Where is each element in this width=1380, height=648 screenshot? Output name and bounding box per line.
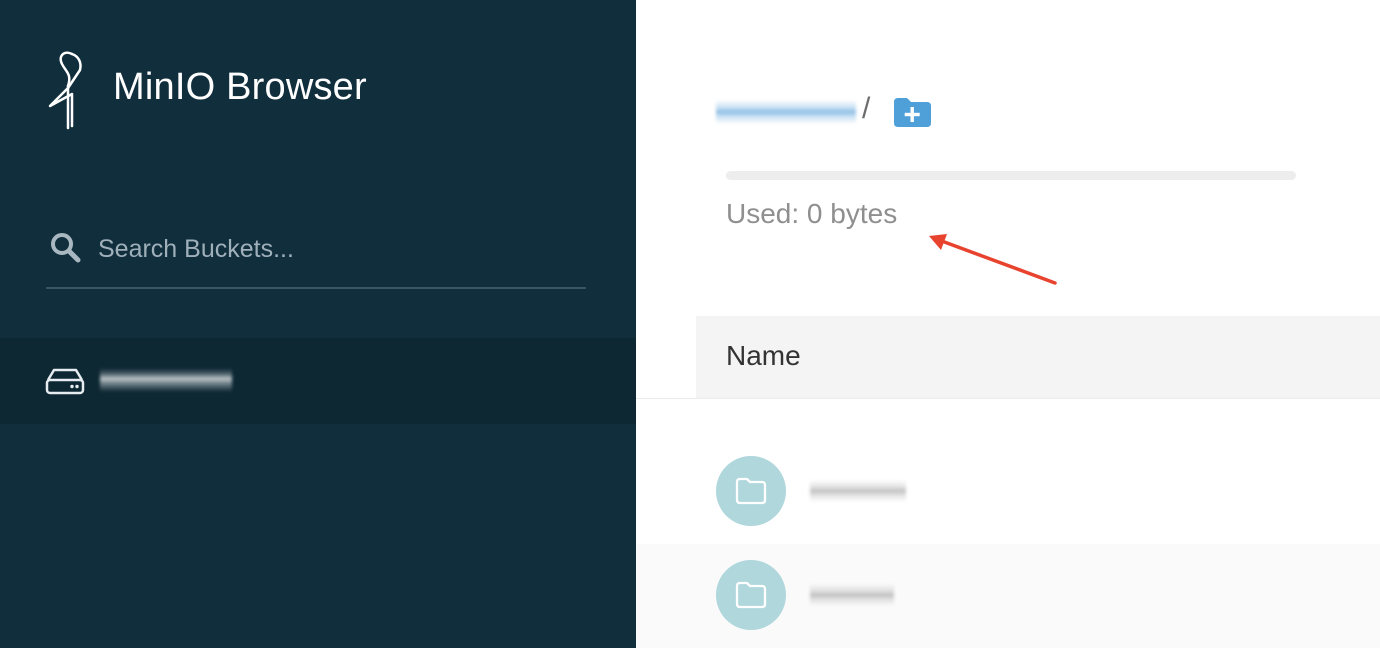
sidebar-bucket-item[interactable] — [0, 338, 636, 424]
bucket-name — [100, 368, 232, 392]
main-panel: / Used: 0 bytes Name — [636, 0, 1380, 648]
folder-plus-icon[interactable] — [892, 96, 932, 128]
search-icon — [48, 230, 82, 264]
table-header: Name — [696, 316, 1380, 399]
usage-text: Used: 0 bytes — [726, 198, 898, 229]
breadcrumb-separator: / — [862, 92, 871, 125]
annotation-arrow — [929, 234, 1057, 285]
breadcrumb-bucket[interactable] — [716, 100, 856, 124]
search-buckets-input[interactable] — [96, 228, 580, 270]
header-divider — [636, 398, 1380, 399]
app-title: MinIO Browser — [113, 66, 367, 108]
column-header-name[interactable]: Name — [726, 340, 801, 372]
table-row[interactable] — [636, 440, 1380, 544]
drive-icon — [44, 366, 86, 396]
usage-progress-bar — [726, 171, 1296, 180]
sidebar: MinIO Browser — [0, 0, 636, 648]
table-row[interactable] — [636, 544, 1380, 648]
minio-logo-icon — [42, 44, 90, 132]
folder-icon — [716, 456, 786, 526]
bucket-search — [46, 220, 586, 289]
row-name — [810, 480, 906, 502]
folder-icon — [716, 560, 786, 630]
row-name — [810, 584, 894, 606]
